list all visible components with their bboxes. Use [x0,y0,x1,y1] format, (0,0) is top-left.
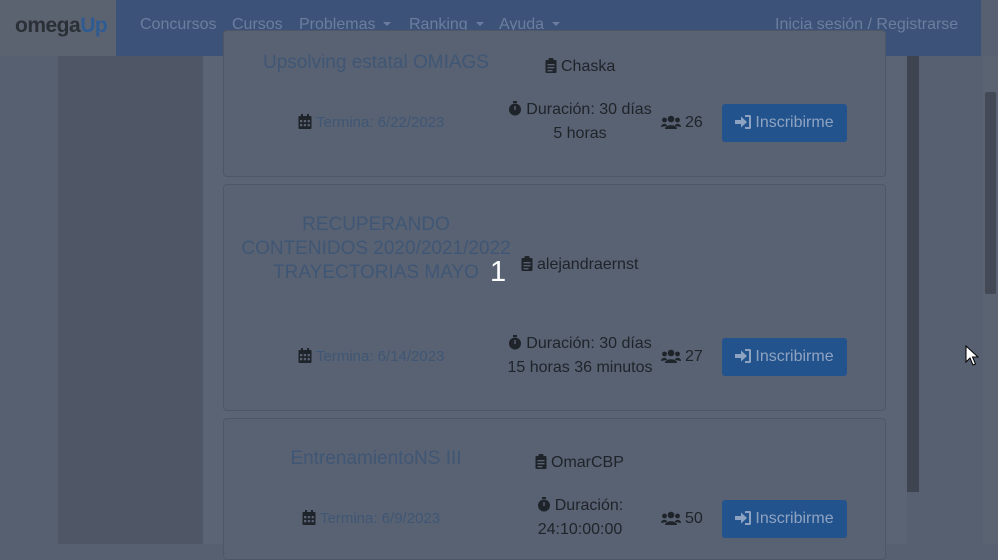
left-sidebar-area [58,0,203,544]
stopwatch-icon [537,497,550,512]
clipboard-icon [535,454,547,469]
brand-logo[interactable]: omegaUp [15,14,108,38]
brand-box: omegaUp [0,0,116,56]
nav-item-concursos[interactable]: Concursos [140,16,216,34]
contest-title[interactable]: RECUPERANDO CONTENIDOS 2020/2021/2022 TR… [241,213,511,285]
stopwatch-icon [509,101,522,116]
users-icon [661,349,681,363]
clipboard-icon [521,256,533,271]
contest-end-date: Termina: 6/22/2023 [298,114,444,131]
calendar-icon [302,510,316,525]
mouse-cursor-icon [965,345,979,366]
chevron-down-icon [552,22,561,26]
register-button[interactable]: Inscribirme [722,338,847,376]
sign-in-icon [735,349,752,363]
contest-duration: Duración: 24:10:00:00 [537,497,624,538]
contest-title[interactable]: Upsolving estatal OMIAGS [241,51,511,75]
register-button[interactable]: Inscribirme [722,104,847,142]
stopwatch-icon [509,335,522,350]
participants-count: 26 [661,114,703,132]
chevron-down-icon [475,22,484,26]
contest-owner[interactable]: OmarCBP [535,454,624,472]
participants-count: 50 [661,510,703,528]
calendar-icon [298,114,312,129]
step-number-overlay: 1 [490,256,507,288]
sign-in-icon [735,511,752,525]
register-button[interactable]: Inscribirme [722,500,847,538]
page-scrollbar-thumb[interactable] [985,92,996,294]
list-scrollbar[interactable] [907,0,919,492]
contest-duration: Duración: 30 días 15 horas 36 minutos [507,335,653,376]
contest-owner[interactable]: alejandraernst [521,256,638,274]
chevron-down-icon [383,22,392,26]
sign-in-icon [735,115,752,129]
contest-owner[interactable]: Chaska [545,58,615,76]
clipboard-icon [545,58,557,73]
contest-title[interactable]: EntrenamientoNS III [241,447,511,471]
contest-duration: Duración: 30 días 5 horas [500,98,660,146]
participants-count: 27 [661,348,703,366]
contest-end-date: Termina: 6/9/2023 [302,510,440,527]
users-icon [661,511,681,525]
users-icon [661,115,681,129]
calendar-icon [298,348,312,363]
contest-end-date: Termina: 6/14/2023 [298,348,444,365]
